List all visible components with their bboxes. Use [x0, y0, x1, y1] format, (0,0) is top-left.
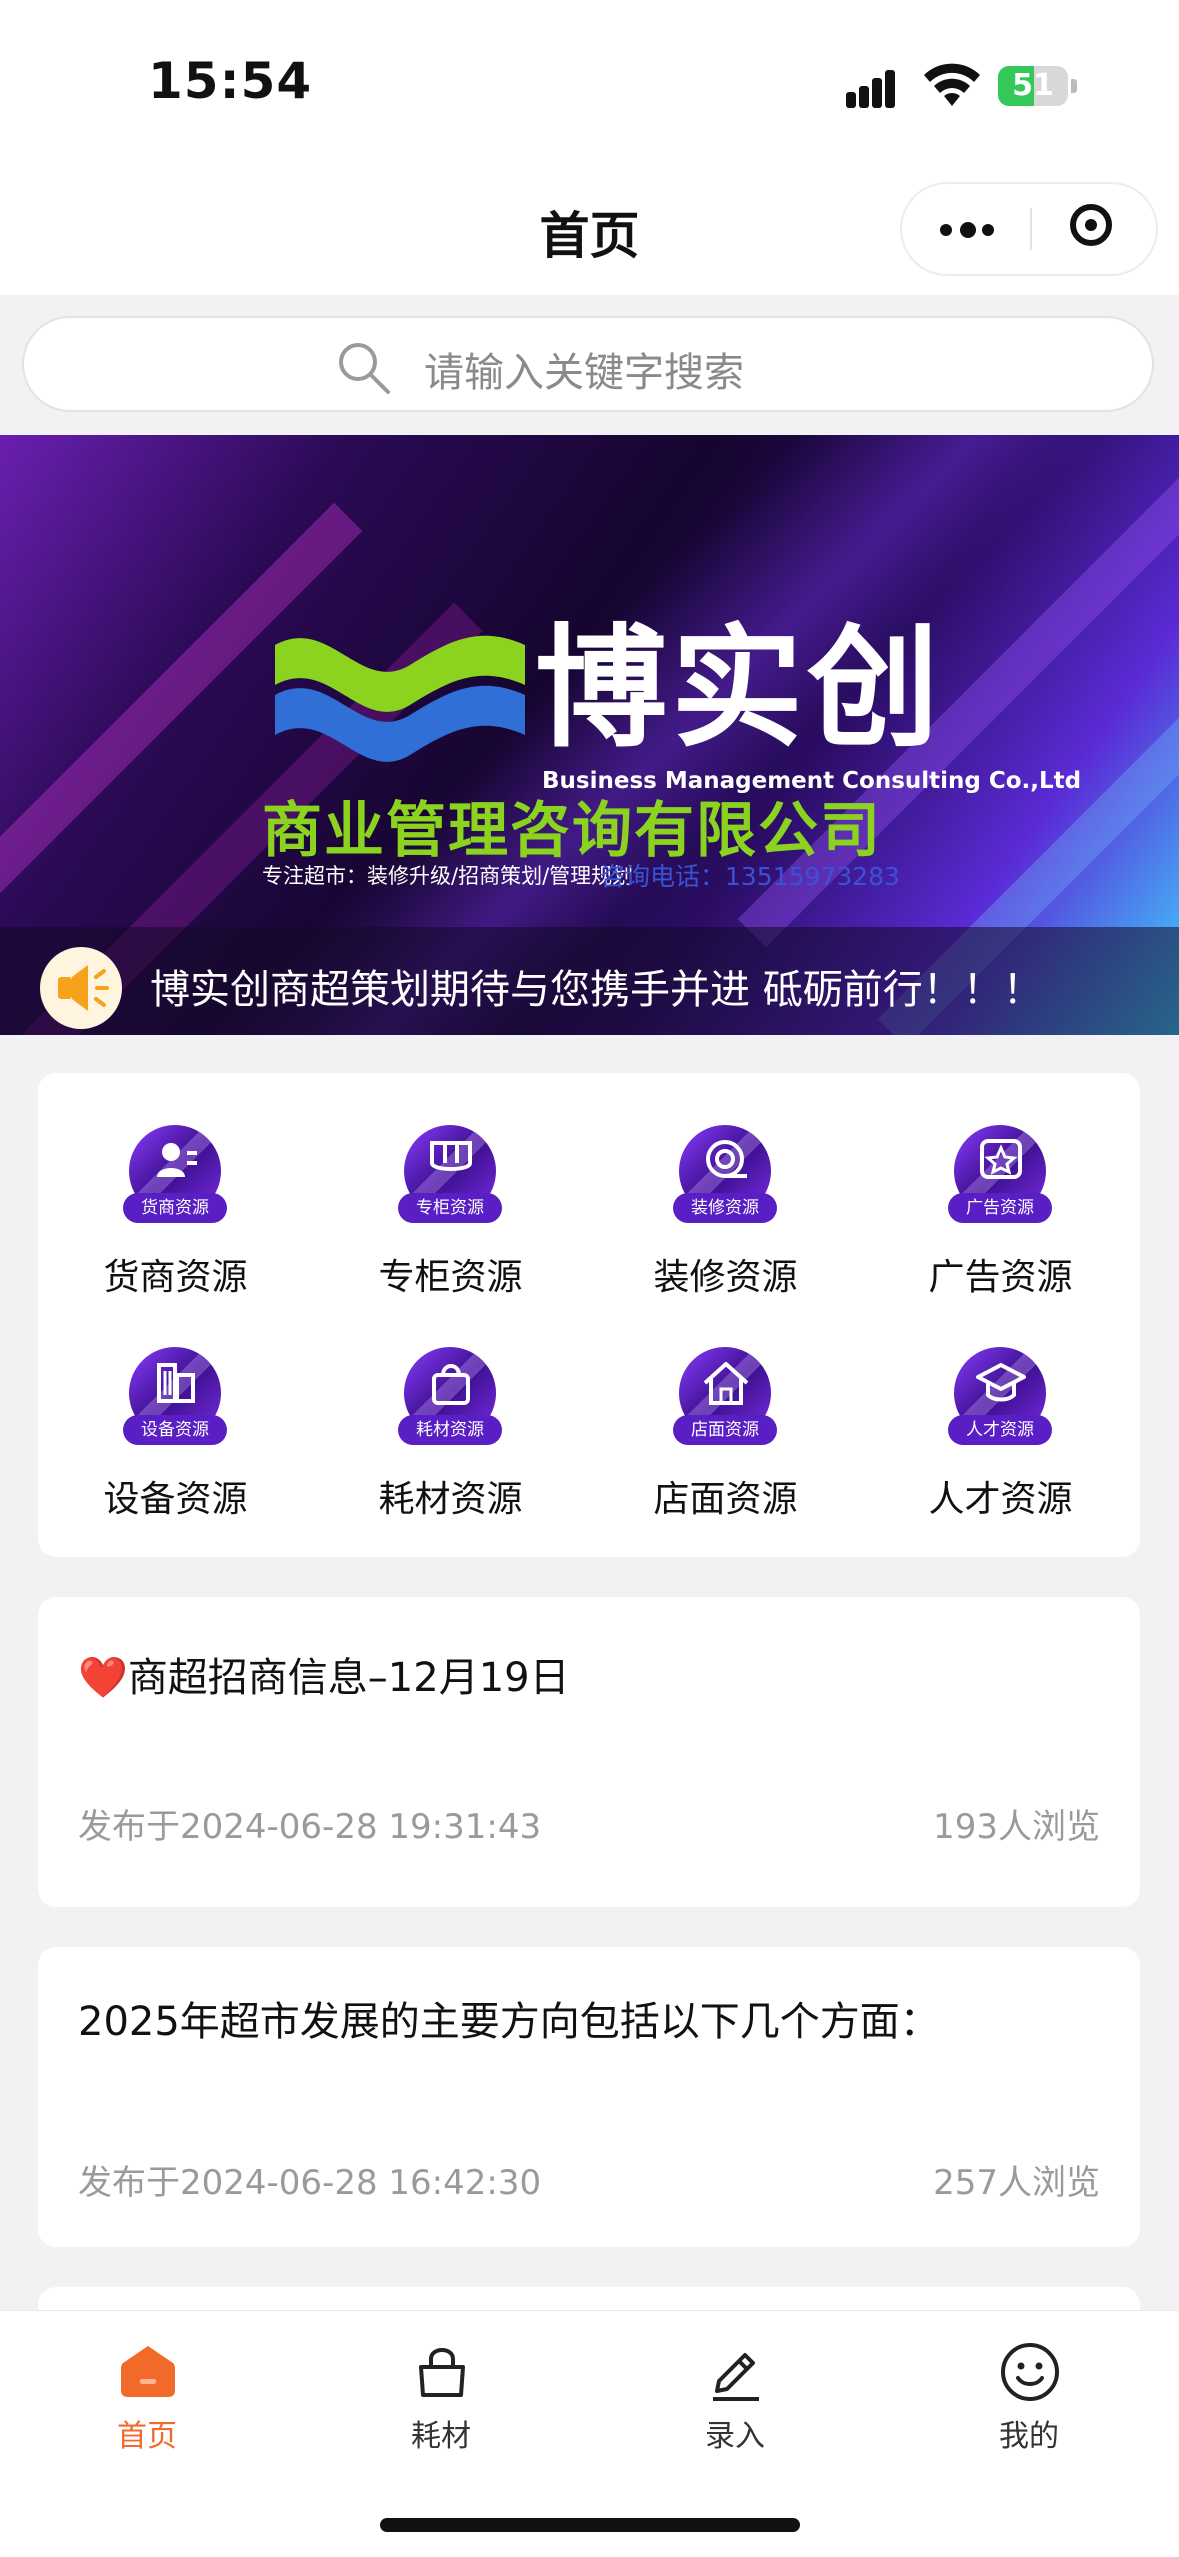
edit-icon — [713, 2353, 759, 2401]
tab-home[interactable]: 首页 — [0, 2311, 294, 2461]
category-label: 货商资源 — [103, 1257, 248, 1298]
battery-level: 51 — [1012, 68, 1054, 103]
mini-program-capsule — [900, 182, 1158, 276]
status-bar: 15:54 51 — [0, 0, 1179, 170]
company-logo-icon — [275, 635, 525, 762]
tab-mine[interactable]: 我的 — [882, 2311, 1176, 2461]
battery-icon: 51 — [998, 66, 1078, 106]
article-title: ❤️商超招商信息–12月19日 — [78, 1645, 570, 1703]
category-tag: 人才资源 — [948, 1415, 1052, 1445]
article-card[interactable]: 2025年超市发展的主要方向包括以下几个方面： 发布于2024-06-28 16… — [38, 1947, 1140, 2247]
category-tag: 专柜资源 — [398, 1193, 502, 1223]
article-title: 2025年超市发展的主要方向包括以下几个方面： — [78, 1999, 940, 2045]
navigation-bar: 首页 — [0, 170, 1179, 295]
tab-entry[interactable]: 录入 — [588, 2311, 882, 2461]
article-views: 257人浏览 — [933, 2163, 1100, 2203]
search-bar[interactable]: 请输入关键字搜索 — [22, 316, 1154, 412]
counter-icon: 专柜资源 — [398, 1125, 502, 1235]
target-icon — [1070, 204, 1112, 246]
article-date: 发布于2024-06-28 16:42:30 — [78, 2163, 542, 2203]
category-tag: 装修资源 — [673, 1193, 777, 1223]
category-label: 耗材资源 — [378, 1479, 523, 1520]
category-equipment[interactable]: 设备资源 设备资源 — [38, 1295, 313, 1520]
category-counter[interactable]: 专柜资源 专柜资源 — [313, 1073, 588, 1298]
article-title-text: 商超招商信息–12月19日 — [127, 1655, 570, 1701]
bag-icon — [419, 2348, 465, 2397]
house-icon: 店面资源 — [673, 1347, 777, 1457]
cellular-signal-icon — [846, 68, 904, 108]
tape-icon: 装修资源 — [673, 1125, 777, 1235]
banner-slogan: 专注超市：装修升级/招商策划/管理规划 — [262, 864, 634, 888]
category-tag: 店面资源 — [673, 1415, 777, 1445]
banner-phone: 咨询电话：13515973283 — [600, 862, 900, 891]
speaker-icon — [40, 947, 122, 1029]
more-menu-button[interactable] — [902, 184, 1030, 274]
logo-english-name: Business Management Consulting Co.,Ltd — [542, 768, 1082, 794]
category-consumables[interactable]: 耗材资源 耗材资源 — [313, 1295, 588, 1520]
category-label: 装修资源 — [653, 1257, 798, 1298]
wifi-icon — [924, 63, 980, 106]
tab-label: 录入 — [705, 2419, 765, 2454]
promo-banner[interactable]: 博实创 Business Management Consulting Co.,L… — [0, 435, 1179, 1035]
category-label: 专柜资源 — [378, 1257, 523, 1298]
category-tag: 广告资源 — [948, 1193, 1052, 1223]
notice-bar[interactable]: 博实创商超策划期待与您携手并进 砥砺前行！！！ — [0, 927, 1179, 1035]
tab-consumables[interactable]: 耗材 — [294, 2311, 588, 2461]
search-icon — [339, 343, 390, 394]
category-tag: 耗材资源 — [398, 1415, 502, 1445]
bag-icon: 耗材资源 — [398, 1347, 502, 1457]
home-indicator — [380, 2518, 800, 2532]
graduation-icon: 人才资源 — [948, 1347, 1052, 1457]
category-merchant[interactable]: 货商资源 货商资源 — [38, 1073, 313, 1298]
category-label: 店面资源 — [653, 1479, 798, 1520]
category-label: 设备资源 — [103, 1479, 248, 1520]
article-card[interactable]: ❤️商超招商信息–12月19日 发布于2024-06-28 19:31:43 1… — [38, 1597, 1140, 1907]
building-icon: 设备资源 — [123, 1347, 227, 1457]
category-grid: 货商资源 货商资源 专柜资源 专柜资源 装修资源 装修资源 广告资源 广告资源 — [38, 1073, 1140, 1557]
tab-label: 首页 — [117, 2419, 177, 2454]
article-views: 193人浏览 — [933, 1807, 1100, 1847]
close-mini-program-button[interactable] — [1032, 184, 1156, 274]
tab-label: 耗材 — [411, 2419, 471, 2454]
category-tag: 货商资源 — [123, 1193, 227, 1223]
article-date: 发布于2024-06-28 19:31:43 — [78, 1807, 542, 1847]
logo-chinese-name: 博实创 — [535, 611, 943, 766]
smile-icon — [1001, 2343, 1059, 2401]
category-tag: 设备资源 — [123, 1415, 227, 1445]
category-storefront[interactable]: 店面资源 店面资源 — [588, 1295, 863, 1520]
tab-label: 我的 — [999, 2419, 1059, 2454]
category-label: 人才资源 — [928, 1479, 1073, 1520]
category-talent[interactable]: 人才资源 人才资源 — [863, 1295, 1138, 1520]
search-placeholder: 请输入关键字搜索 — [424, 350, 744, 396]
category-label: 广告资源 — [928, 1257, 1073, 1298]
notice-text: 博实创商超策划期待与您携手并进 砥砺前行！！！ — [150, 967, 1043, 1013]
star-icon: 广告资源 — [948, 1125, 1052, 1235]
category-decoration[interactable]: 装修资源 装修资源 — [588, 1073, 863, 1298]
category-advertising[interactable]: 广告资源 广告资源 — [863, 1073, 1138, 1298]
merchant-icon: 货商资源 — [123, 1125, 227, 1235]
home-icon — [121, 2346, 175, 2397]
heart-icon: ❤️ — [78, 1655, 128, 1701]
status-time: 15:54 — [148, 52, 313, 110]
